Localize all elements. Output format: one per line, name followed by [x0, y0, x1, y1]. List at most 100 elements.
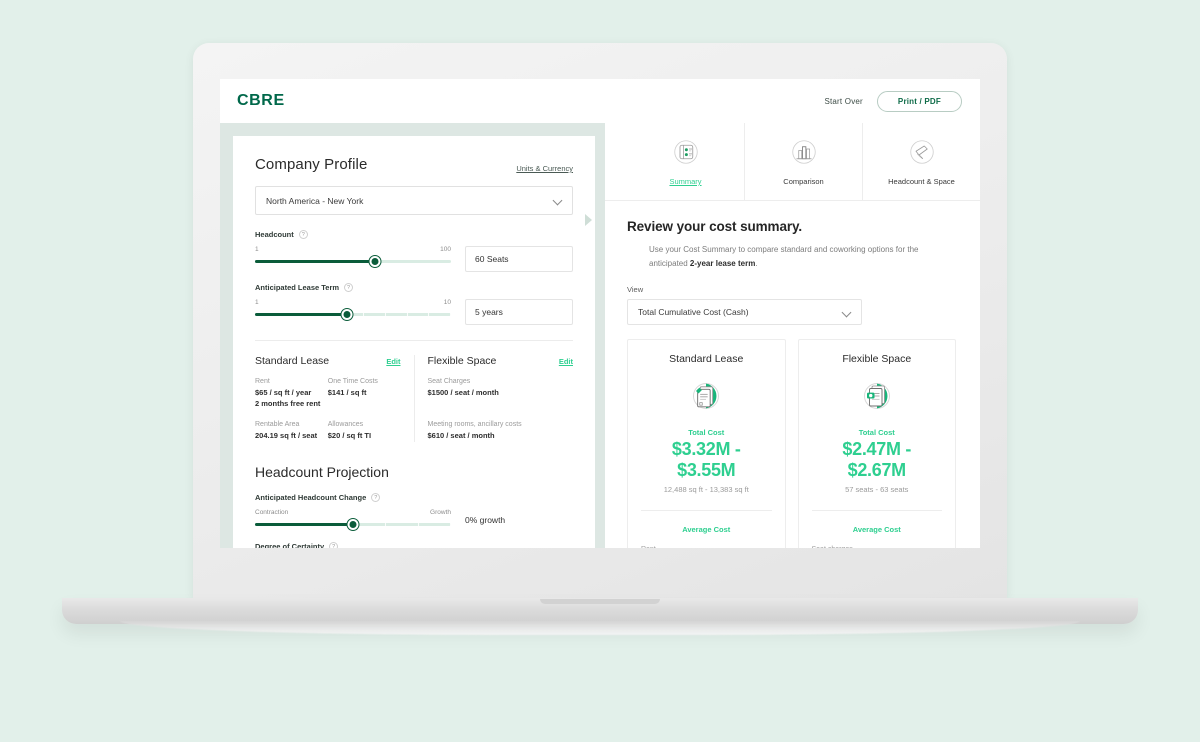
- headcount-change-knob[interactable]: [348, 519, 359, 530]
- location-select[interactable]: North America - New York: [255, 186, 573, 215]
- standard-lease-edit-link[interactable]: Edit: [386, 357, 400, 366]
- headcount-change-label-row: Anticipated Headcount Change ?: [255, 493, 573, 502]
- rent-label: Rent: [255, 378, 328, 385]
- headcount-track[interactable]: [255, 256, 451, 268]
- total-cost-label: Total Cost: [812, 428, 943, 437]
- tab-summary[interactable]: Summary: [627, 123, 745, 200]
- help-icon[interactable]: ?: [344, 283, 353, 292]
- area-label: Rentable Area: [255, 421, 328, 428]
- headcount-slider[interactable]: 1 100: [255, 246, 451, 268]
- app-body: Company Profile Units & Currency North A…: [220, 123, 980, 548]
- right-panel: Summary: [605, 123, 980, 548]
- headcount-change-track[interactable]: [255, 519, 451, 531]
- cost-summary-title: Review your cost summary.: [627, 219, 956, 234]
- help-icon[interactable]: ?: [299, 230, 308, 239]
- standard-lease-column: Standard Lease Edit Rent $65 / sq ft / y…: [255, 355, 415, 442]
- laptop-foot: [120, 621, 1080, 635]
- flex-document-icon: [812, 376, 943, 416]
- cost-line-label: Seat charges: [812, 546, 943, 548]
- start-over-button[interactable]: Start Over: [824, 97, 862, 106]
- seat-charges-value: $1500 / seat / month: [428, 388, 574, 399]
- units-currency-link[interactable]: Units & Currency: [516, 164, 573, 173]
- tab-bar: Summary: [605, 123, 980, 201]
- seat-charges-pair: Seat Charges $1500 / seat / month: [428, 378, 574, 399]
- headcount-value[interactable]: 60 Seats: [465, 246, 573, 272]
- flexible-space-header: Flexible Space Edit: [428, 355, 574, 367]
- lease-term-track[interactable]: [255, 309, 451, 321]
- cost-card-standard-lease: Standard Lease: [627, 339, 786, 548]
- headcount-change-ends: Contraction Growth: [255, 509, 451, 516]
- lease-term-max: 10: [444, 299, 451, 306]
- certainty-label-row: Degree of Certainty ?: [255, 542, 573, 548]
- rent-value: $65 / sq ft / year2 months free rent: [255, 388, 328, 410]
- headcount-knob[interactable]: [369, 256, 380, 267]
- right-content: Review your cost summary. Use your Cost …: [605, 201, 980, 548]
- lease-term-fill: [255, 313, 347, 316]
- allowances-value: $20 / sq ft TI: [328, 431, 401, 442]
- cost-card-title: Flexible Space: [812, 353, 943, 365]
- cost-card-flexible-space: Flexible Space: [798, 339, 957, 548]
- headcount-change-max: Growth: [430, 509, 451, 516]
- laptop-screen: CBRE Start Over Print / PDF Company Prof…: [220, 79, 980, 548]
- seat-charges-label: Seat Charges: [428, 378, 574, 385]
- help-icon[interactable]: ?: [371, 493, 380, 502]
- chevron-down-icon: [842, 308, 851, 317]
- headcount-fill: [255, 260, 375, 263]
- onetime-value: $141 / sq ft: [328, 388, 401, 399]
- meeting-rooms-label: Meeting rooms, ancillary costs: [428, 421, 574, 428]
- headcount-change-min: Contraction: [255, 509, 288, 516]
- view-select[interactable]: Total Cumulative Cost (Cash): [627, 299, 862, 325]
- onetime-label: One Time Costs: [328, 378, 401, 385]
- total-cost-label: Total Cost: [641, 428, 772, 437]
- cost-line-item: Rent $65 / sq ft / year2 months free ren…: [641, 546, 772, 548]
- location-select-value: North America - New York: [266, 196, 363, 206]
- chevron-down-icon: [553, 196, 562, 205]
- divider: [812, 510, 943, 511]
- certainty-field: Degree of Certainty ? Complete Certainty…: [255, 542, 573, 548]
- headcount-change-label: Anticipated Headcount Change: [255, 493, 366, 502]
- tab-comparison[interactable]: Comparison: [745, 123, 863, 200]
- headcount-change-value: 0% growth: [465, 509, 573, 525]
- headcount-space-icon: [907, 137, 937, 172]
- cost-summary-subtitle: Use your Cost Summary to compare standar…: [649, 243, 956, 271]
- lease-term-slider-ends: 1 10: [255, 299, 451, 306]
- lease-term-slider-row: 1 10: [255, 299, 573, 325]
- help-icon[interactable]: ?: [329, 542, 338, 548]
- rent-pair: Rent $65 / sq ft / year2 months free ren…: [255, 378, 328, 410]
- lease-term-label-row: Anticipated Lease Term ?: [255, 283, 573, 292]
- allowances-label: Allowances: [328, 421, 401, 428]
- tab-headcount-space[interactable]: Headcount & Space: [863, 123, 980, 200]
- cbre-logo[interactable]: CBRE: [237, 92, 285, 110]
- app-topbar: CBRE Start Over Print / PDF: [220, 79, 980, 123]
- flexible-space-edit-link[interactable]: Edit: [559, 357, 573, 366]
- meeting-rooms-value: $610 / seat / month: [428, 431, 574, 442]
- lease-options-columns: Standard Lease Edit Rent $65 / sq ft / y…: [255, 355, 573, 442]
- average-cost-label: Average Cost: [641, 525, 772, 534]
- headcount-change-field: Anticipated Headcount Change ? Contracti…: [255, 493, 573, 531]
- area-value: 204.19 sq ft / seat: [255, 431, 328, 442]
- total-cost-amount: $3.32M - $3.55M: [641, 439, 772, 481]
- cost-line-label: Rent: [641, 546, 772, 548]
- cost-cards: Standard Lease: [627, 339, 956, 548]
- tab-headcount-space-label: Headcount & Space: [888, 177, 955, 186]
- meeting-rooms-pair: Meeting rooms, ancillary costs $610 / se…: [428, 421, 574, 442]
- headcount-change-fill: [255, 523, 353, 526]
- standard-lease-row-1: Rent $65 / sq ft / year2 months free ren…: [255, 378, 401, 410]
- section-pointer-icon: [585, 214, 592, 226]
- flexible-space-row-2: Meeting rooms, ancillary costs $610 / se…: [428, 421, 574, 442]
- allowances-pair: Allowances $20 / sq ft TI: [328, 421, 401, 442]
- app-window: CBRE Start Over Print / PDF Company Prof…: [220, 79, 980, 548]
- summary-list-icon: [671, 137, 701, 172]
- view-select-value: Total Cumulative Cost (Cash): [638, 307, 749, 317]
- left-panel: Company Profile Units & Currency North A…: [220, 123, 605, 548]
- headcount-label-row: Headcount ?: [255, 230, 573, 239]
- company-profile-card: Company Profile Units & Currency North A…: [233, 136, 595, 548]
- print-pdf-button[interactable]: Print / PDF: [877, 91, 962, 112]
- lease-term-value[interactable]: 5 years: [465, 299, 573, 325]
- cost-line-item: Seat charges $1500 / seat / month $1,677…: [812, 546, 943, 548]
- flexible-space-column: Flexible Space Edit Seat Charges $1500 /…: [415, 355, 574, 442]
- headcount-change-slider[interactable]: Contraction Growth: [255, 509, 451, 531]
- lease-term-knob[interactable]: [342, 309, 353, 320]
- lease-term-slider[interactable]: 1 10: [255, 299, 451, 321]
- headcount-slider-row: 1 100 60 Seats: [255, 246, 573, 272]
